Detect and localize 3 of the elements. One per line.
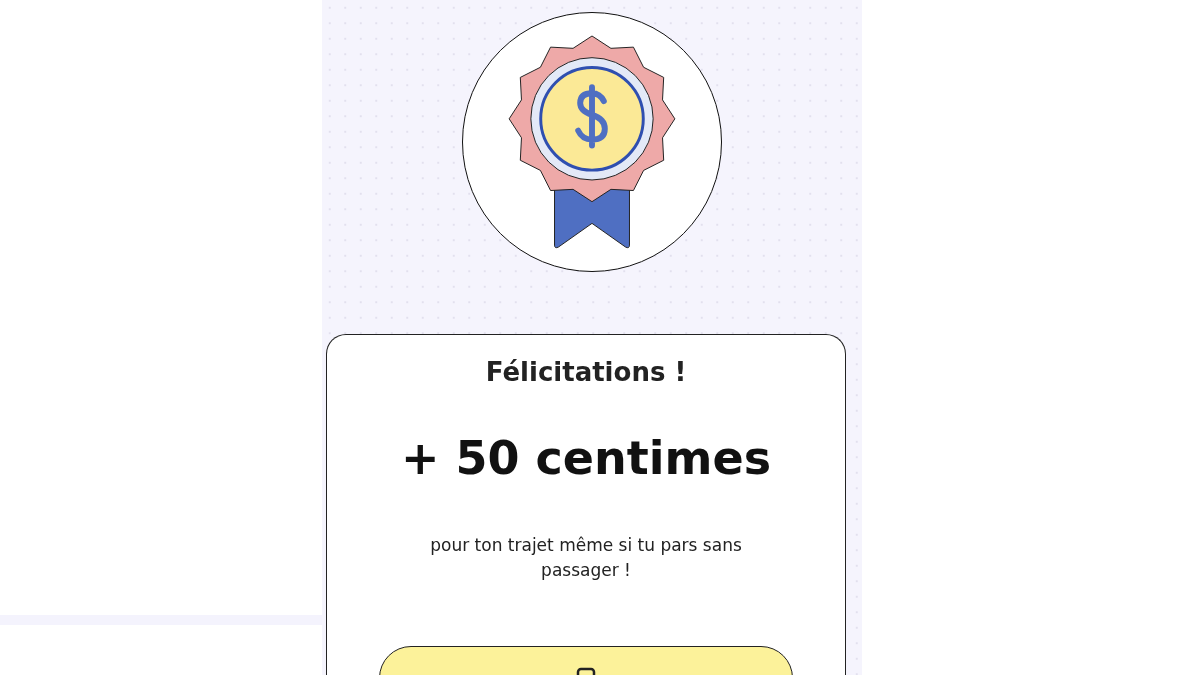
congratulations-title: Félicitations ! bbox=[485, 357, 687, 387]
reward-amount: + 50 centimes bbox=[400, 431, 772, 485]
reward-message: pour ton trajet même si tu pars sans passager ! bbox=[429, 534, 743, 582]
